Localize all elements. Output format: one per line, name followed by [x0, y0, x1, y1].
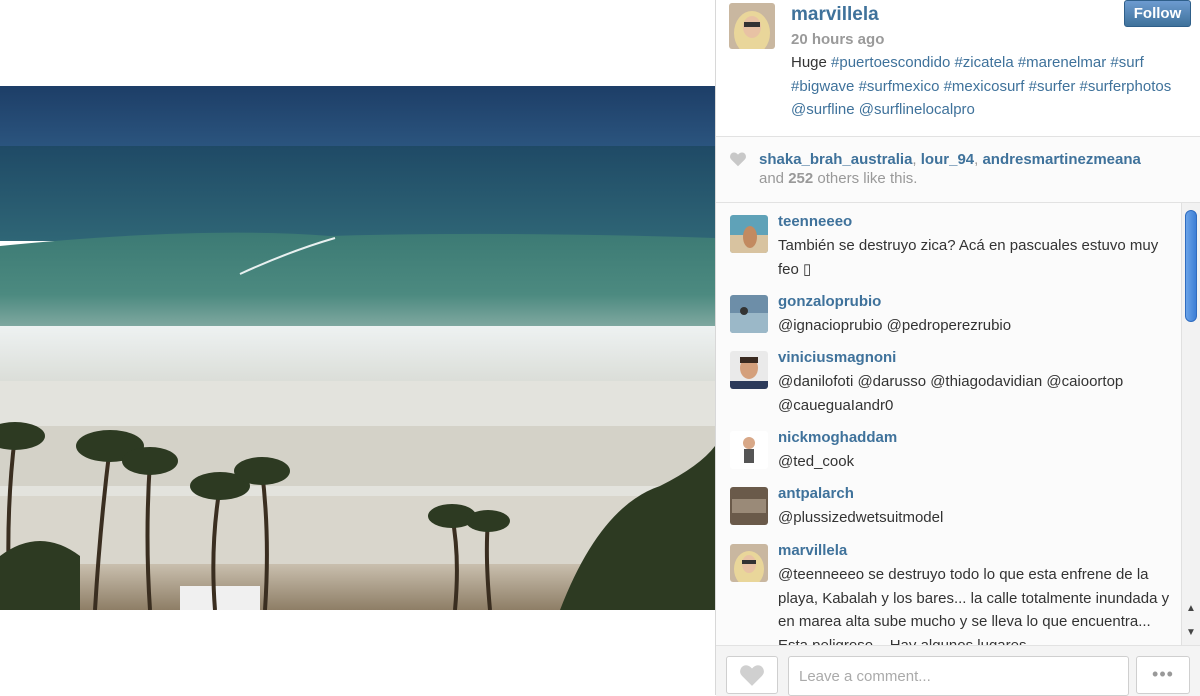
likes-count[interactable]: 252: [788, 170, 813, 187]
comment-text: También se destruyo zica? Acá en pascual…: [778, 237, 1159, 278]
hashtag-link[interactable]: #surfer: [1029, 78, 1076, 95]
comment-text: @ted_cook: [778, 453, 855, 470]
scrollbar-thumb[interactable]: [1185, 210, 1197, 322]
likers-text: shaka_brah_australia, lour_94, andresmar…: [759, 151, 1141, 187]
hashtag-link[interactable]: #marenelmar: [1018, 54, 1106, 71]
comment-text: @teenneeeo se destruyo todo lo que esta …: [778, 566, 1170, 645]
post-photo[interactable]: [0, 86, 715, 610]
comment-username[interactable]: viniciusmagnoni: [778, 349, 896, 366]
photo-pane: [0, 0, 715, 695]
liker-link[interactable]: andresmartinezmeana: [982, 151, 1140, 168]
comment-bar: •••: [716, 645, 1200, 696]
comment-username[interactable]: teenneeeo: [778, 213, 852, 230]
comments-scrollbar[interactable]: ▲ ▼: [1181, 203, 1200, 645]
commenter-avatar[interactable]: [730, 215, 768, 253]
commenter-avatar[interactable]: [730, 351, 768, 389]
commenter-avatar[interactable]: [730, 431, 768, 469]
comment-username[interactable]: antpalarch: [778, 485, 854, 502]
commenter-avatar[interactable]: [730, 295, 768, 333]
post-timestamp: 20 hours ago: [791, 31, 885, 48]
hashtag-link[interactable]: #surferphotos: [1079, 78, 1171, 95]
like-button[interactable]: [726, 656, 778, 694]
hashtag-link[interactable]: #mexicosurf: [944, 78, 1025, 95]
post-header: marvillela 20 hours ago Follow Huge #pue…: [716, 0, 1200, 137]
hashtag-link[interactable]: #surfmexico: [859, 78, 940, 95]
likes-and: and: [759, 170, 785, 187]
mention-link[interactable]: @surflinelocalpro: [859, 101, 975, 118]
comment-text: @danilofoti @darusso @thiagodavidian @ca…: [778, 373, 1124, 414]
chevron-down-icon[interactable]: ▼: [1186, 627, 1196, 638]
hashtag-link[interactable]: #zicatela: [954, 54, 1013, 71]
likes-suffix: others like this.: [817, 170, 918, 187]
comment-text: @ignacioprubio @pedroperezrubio: [778, 317, 1012, 334]
hashtag-link[interactable]: #surf: [1110, 54, 1143, 71]
commenter-avatar[interactable]: [730, 544, 768, 582]
comment-username[interactable]: nickmoghaddam: [778, 429, 897, 446]
user-avatar[interactable]: [729, 3, 775, 49]
liker-link[interactable]: shaka_brah_australia: [759, 151, 912, 168]
hashtag-link[interactable]: #bigwave: [791, 78, 854, 95]
mention-link[interactable]: @surfline: [791, 101, 855, 118]
hashtag-link[interactable]: #puertoescondido: [831, 54, 950, 71]
chevron-up-icon[interactable]: ▲: [1186, 603, 1196, 614]
comment-text: @plussizedwetsuitmodel: [778, 509, 944, 526]
more-options-button[interactable]: •••: [1136, 656, 1190, 694]
commenter-avatar[interactable]: [730, 487, 768, 525]
liker-link[interactable]: lour_94: [921, 151, 974, 168]
comment-username[interactable]: gonzaloprubio: [778, 293, 881, 310]
post-details-panel: marvillela 20 hours ago Follow Huge #pue…: [715, 0, 1200, 696]
post-caption: Huge #puertoescondido #zicatela #marenel…: [791, 51, 1191, 122]
caption-text: Huge: [791, 54, 832, 71]
follow-button[interactable]: Follow: [1124, 0, 1191, 27]
post-username[interactable]: marvillela: [791, 4, 879, 26]
comments-list: teenneeeo También se destruyo zica? Acá …: [716, 203, 1181, 645]
likes-section: shaka_brah_australia, lour_94, andresmar…: [716, 137, 1200, 203]
heart-icon: [740, 665, 764, 686]
heart-icon: [730, 152, 746, 167]
comment-input[interactable]: [788, 656, 1129, 696]
comment-username[interactable]: marvillela: [778, 542, 847, 559]
